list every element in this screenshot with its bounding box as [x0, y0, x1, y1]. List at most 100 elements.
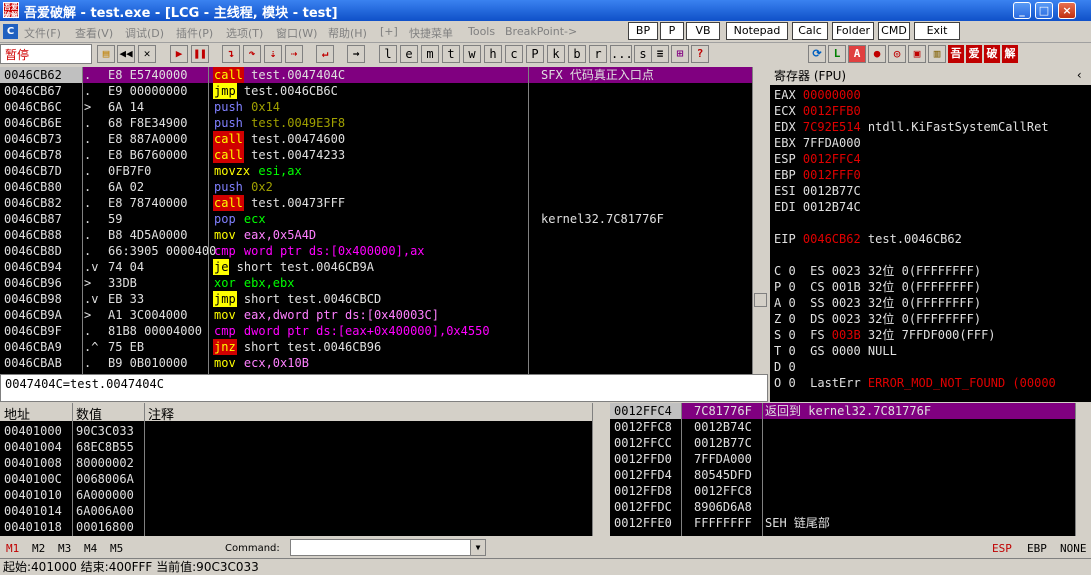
dump-address[interactable]: 00401018 [4, 519, 62, 535]
stack-value[interactable]: 7C81776F [694, 403, 752, 419]
stack-value[interactable]: 0012FFC8 [694, 483, 752, 499]
stack-address[interactable]: 0012FFD0 [614, 451, 672, 467]
register-line[interactable]: A 0 SS 0023 32位 0(FFFFFFFF) [774, 295, 981, 311]
dump-value[interactable]: 00016800 [76, 519, 134, 535]
register-line[interactable]: EAX 00000000 [774, 87, 861, 103]
disasm-row[interactable]: 0046CB6C >6A 14 push 0x14 [0, 99, 768, 115]
stack-value[interactable]: 80545DFD [694, 467, 752, 483]
logo-ai[interactable]: 爱 [966, 45, 982, 63]
logo-jie[interactable]: 解 [1002, 45, 1018, 63]
ebp-button[interactable]: EBP [1027, 542, 1047, 555]
stack-address[interactable]: 0012FFDC [614, 499, 672, 515]
windows-button[interactable]: w [463, 45, 481, 63]
log-button[interactable]: l [379, 45, 397, 63]
register-line[interactable]: EBP 0012FFF0 [774, 167, 861, 183]
menu-view[interactable]: 查看(V) [75, 25, 113, 41]
help-icon[interactable]: ? [691, 45, 709, 63]
register-line[interactable]: T 0 GS 0000 NULL [774, 343, 897, 359]
comment-col-header[interactable]: 注释 [148, 404, 174, 423]
disasm-row[interactable]: 0046CB8D. 66:3905 0000400 cmp word ptr ds:… [0, 243, 768, 259]
m2-button[interactable]: M2 [32, 542, 45, 555]
m1-button[interactable]: M1 [6, 542, 19, 555]
rec-icon[interactable]: ▣ [908, 45, 926, 63]
refresh-icon[interactable]: ⟳ [808, 45, 826, 63]
logo-po[interactable]: 破 [984, 45, 1000, 63]
close-file-icon[interactable]: ✕ [138, 45, 156, 63]
none-button[interactable]: NONE [1060, 542, 1087, 555]
register-line[interactable]: ESP 0012FFC4 [774, 151, 861, 167]
dump-value[interactable]: 0068006A [76, 471, 134, 487]
step-into-icon[interactable]: ↴ [222, 45, 240, 63]
execute-till-return-icon[interactable]: ↵ [316, 45, 334, 63]
target-icon[interactable]: ◎ [888, 45, 906, 63]
register-line[interactable]: EIP 0046CB62 test.0046CB62 [774, 231, 962, 247]
call-stack-button[interactable]: k [547, 45, 565, 63]
m3-button[interactable]: M3 [58, 542, 71, 555]
p-button[interactable]: P [660, 22, 684, 40]
pause-icon[interactable]: ❚❚ [191, 45, 209, 63]
logo-wu[interactable]: 吾 [948, 45, 964, 63]
stack-address[interactable]: 0012FFD4 [614, 467, 672, 483]
maximize-button[interactable]: □ [1035, 2, 1053, 19]
step-over-icon[interactable]: ↷ [243, 45, 261, 63]
dump-value[interactable]: 6A000000 [76, 487, 134, 503]
register-line[interactable]: D 0 [774, 359, 796, 375]
menu-tools[interactable]: Tools [468, 25, 495, 38]
run-trace-button[interactable]: ... [610, 45, 633, 63]
disasm-row[interactable]: 0046CB9A > A1 3C004000 mov eax,dword ptr ds… [0, 307, 768, 323]
register-line[interactable]: EDI 0012B74C [774, 199, 861, 215]
stack-address[interactable]: 0012FFC4 [614, 403, 672, 419]
run-icon[interactable]: ▶ [170, 45, 188, 63]
options-icon[interactable]: ⊞ [671, 45, 689, 63]
dump-address[interactable]: 00401008 [4, 455, 62, 471]
trace-over-icon[interactable]: ⇢ [285, 45, 303, 63]
threads-button[interactable]: t [442, 45, 460, 63]
c-icon[interactable]: C [3, 24, 18, 39]
stack-value[interactable]: 7FFDA000 [694, 451, 752, 467]
bp-button[interactable]: BP [628, 22, 658, 40]
minimize-button[interactable]: _ [1013, 2, 1031, 19]
go-to-icon[interactable]: → [347, 45, 365, 63]
menu-help[interactable]: 帮助(H) [328, 25, 367, 41]
dump-value[interactable]: 90C3C033 [76, 423, 134, 439]
register-line[interactable]: EDX 7C92E514 ntdll.KiFastSystemCallRet [774, 119, 1049, 135]
dump-value[interactable]: 68EC8B55 [76, 439, 134, 455]
trace-into-icon[interactable]: ⇣ [264, 45, 282, 63]
m4-button[interactable]: M4 [84, 542, 97, 555]
source-button[interactable]: s [634, 45, 652, 63]
registers-pane[interactable]: 寄存器 (FPU) ‹ EAX 00000000 ECX 0012FFB0 EDX … [770, 67, 1091, 402]
memory-button[interactable]: m [421, 45, 439, 63]
disasm-row[interactable]: 0046CB73. E8 887A0000 call test.00474600 [0, 131, 768, 147]
register-line[interactable]: P 0 CS 001B 32位 0(FFFFFFFF) [774, 279, 981, 295]
rank-icon[interactable]: L [828, 45, 846, 63]
disasm-row[interactable]: 0046CB87. 59 pop ecx kernel32.7C81776F [0, 211, 768, 227]
hex-col-header[interactable]: 数值 [76, 404, 102, 423]
breakpoints-button[interactable]: b [568, 45, 586, 63]
disasm-row[interactable]: 0046CB6E. 68 F8E34900 push test.0049E3F8 [0, 115, 768, 131]
dump-address[interactable]: 0040100C [4, 471, 62, 487]
menu-options[interactable]: 选项(T) [226, 25, 263, 41]
handles-button[interactable]: h [484, 45, 502, 63]
record-icon[interactable]: ● [868, 45, 886, 63]
command-input[interactable]: ▼ [290, 539, 486, 556]
disasm-row[interactable]: 0046CB80. 6A 02 push 0x2 [0, 179, 768, 195]
disasm-row[interactable]: 0046CB96 >33DB xor ebx,ebx [0, 275, 768, 291]
stack-address[interactable]: 0012FFCC [614, 435, 672, 451]
patches-button[interactable]: P [526, 45, 544, 63]
vb-button[interactable]: VB [686, 22, 720, 40]
cpu-button[interactable]: c [505, 45, 523, 63]
menu-plugins[interactable]: 插件(P) [176, 25, 213, 41]
disasm-row[interactable]: 0046CBAB. B9 0B010000 mov ecx,0x10B [0, 355, 768, 371]
references-button[interactable]: r [589, 45, 607, 63]
addr-col-header[interactable]: 地址 [4, 404, 30, 423]
disasm-row[interactable]: 0046CB62. E8 E5740000 call test.0047404C SF… [0, 67, 768, 83]
dropdown-icon[interactable]: ▼ [470, 540, 485, 555]
exit-button[interactable]: Exit [914, 22, 960, 40]
disasm-row[interactable]: 0046CB67. E9 00000000 jmp test.0046CB6C [0, 83, 768, 99]
menu-debug[interactable]: 调试(D) [125, 25, 164, 41]
disasm-row[interactable]: 0046CB94 .v 74 04 je short test.0046CB9A [0, 259, 768, 275]
register-line[interactable]: ECX 0012FFB0 [774, 103, 861, 119]
disasm-row[interactable]: 0046CB88. B8 4D5A0000 mov eax,0x5A4D [0, 227, 768, 243]
stack-value[interactable]: FFFFFFFF [694, 515, 752, 531]
menu-file[interactable]: 文件(F) [24, 25, 61, 41]
